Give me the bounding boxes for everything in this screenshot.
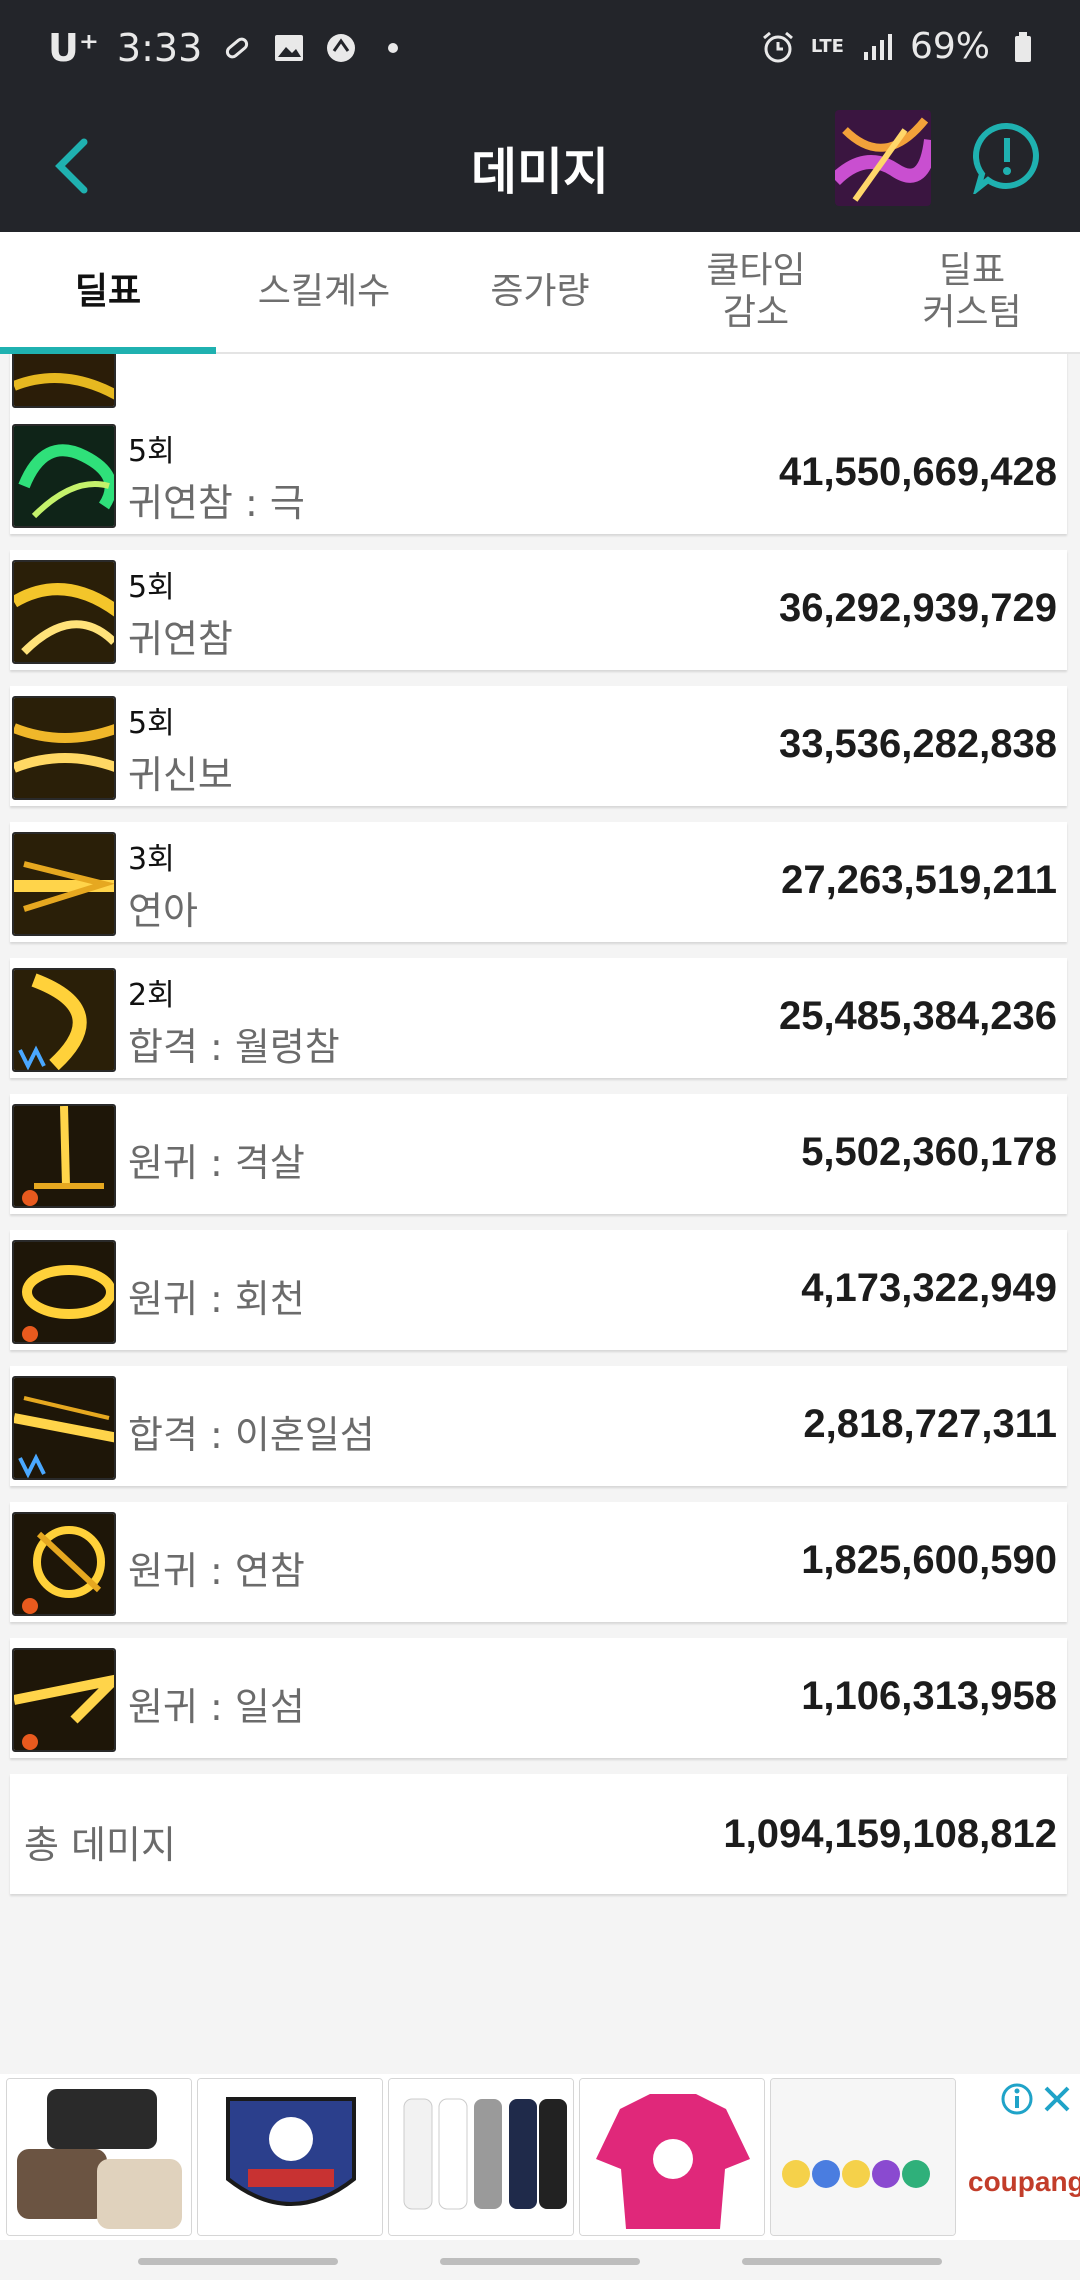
damage-value: 5,502,360,178: [801, 1130, 1057, 1174]
tab-skill-coefficient[interactable]: 스킬계수: [216, 232, 432, 352]
list-item[interactable]: 3회 연아 27,263,519,211: [10, 822, 1067, 942]
ad-brand-logo[interactable]: coupang: [968, 2166, 1080, 2198]
skill-icon: [12, 354, 116, 408]
skill-name: 원귀 : 일섬: [128, 1685, 305, 1729]
status-bar: U⁺ 3:33 LTE 69%: [0, 0, 1080, 100]
damage-value: 1,825,600,590: [801, 1538, 1057, 1582]
damage-value: 33,536,282,838: [778, 722, 1057, 766]
green-swirl-icon: [12, 424, 116, 528]
pill-icon: [226, 37, 249, 59]
nav-back-button[interactable]: [742, 2258, 942, 2265]
list-item[interactable]: 5회 귀신보 33,536,282,838: [10, 686, 1067, 806]
skill-thumbnail-icon: [835, 110, 931, 206]
list-item[interactable]: 원귀 : 격살 5,502,360,178: [10, 1094, 1067, 1214]
tab-label: 쿨타임 감소: [706, 250, 806, 333]
gold-swirl-icon: [12, 560, 116, 664]
list-item[interactable]: 원귀 : 일섬 1,106,313,958: [10, 1638, 1067, 1758]
damage-value: 1,106,313,958: [801, 1674, 1057, 1718]
total-label: 총 데미지: [24, 1823, 176, 1867]
gold-crescent-icon: [12, 968, 116, 1072]
skill-name: 연아: [128, 889, 198, 933]
damage-value: 41,550,669,428: [778, 450, 1057, 494]
dot-icon: [388, 43, 399, 53]
hit-count: 3회: [128, 842, 175, 877]
tab-label: 딜표 커스텀: [922, 250, 1022, 333]
ad-product-socks[interactable]: [388, 2078, 574, 2236]
tab-increase[interactable]: 증가량: [432, 232, 648, 352]
gold-arrow-icon: [12, 832, 116, 936]
battery-percent: 69%: [909, 26, 990, 67]
skill-thumbnail[interactable]: [835, 110, 931, 206]
image-icon: [275, 35, 304, 61]
damage-value: 36,292,939,729: [778, 586, 1057, 630]
gold-slash-icon: [12, 1376, 116, 1480]
skill-name: 합격 : 이혼일섬: [128, 1413, 375, 1457]
skill-name: 원귀 : 격살: [128, 1141, 305, 1185]
ad-product-figures[interactable]: [770, 2078, 956, 2236]
ad-product-patch[interactable]: [197, 2078, 383, 2236]
app-notification-icon: [327, 34, 356, 62]
skill-name: 합격 : 월령참: [128, 1025, 340, 1069]
damage-value: 2,818,727,311: [803, 1402, 1057, 1446]
network-type-label: LTE: [810, 35, 844, 57]
tab-label: 딜표: [74, 271, 142, 312]
total-value: 1,094,159,108,812: [723, 1812, 1057, 1856]
tab-label: 증가량: [490, 271, 590, 312]
active-tab-indicator: [0, 347, 216, 354]
list-item[interactable]: 원귀 : 회천 4,173,322,949: [10, 1230, 1067, 1350]
tab-damage-table[interactable]: 딜표: [0, 232, 216, 354]
hit-count: 2회: [128, 978, 175, 1013]
tab-custom-table[interactable]: 딜표 커스텀: [864, 232, 1080, 352]
system-navigation-bar: [0, 2240, 1080, 2280]
skill-name: 귀연참 : 극: [128, 481, 305, 525]
ad-product-sweatshirt[interactable]: [579, 2078, 765, 2236]
gold-flash-icon: [12, 1648, 116, 1752]
gold-strike-icon: [12, 1104, 116, 1208]
damage-value: 27,263,519,211: [781, 858, 1057, 902]
hit-count: 5회: [128, 706, 175, 741]
list-item[interactable]: 2회 합격 : 월령참 25,485,384,236: [10, 958, 1067, 1078]
alert-bubble-icon: [972, 122, 1039, 197]
nav-home-button[interactable]: [440, 2258, 640, 2265]
alarm-icon: [762, 31, 793, 62]
clock: 3:33: [116, 26, 203, 70]
list-item[interactable]: 합격 : 이혼일섬 2,818,727,311: [10, 1366, 1067, 1486]
skill-damage-list[interactable]: 5회 귀연참 : 극 41,550,669,428 5회 귀연참 36,292,…: [0, 354, 1080, 2074]
gold-ring-icon: [12, 1512, 116, 1616]
ad-info-icon[interactable]: [1000, 2082, 1034, 2116]
tab-cooldown-reduction[interactable]: 쿨타임 감소: [648, 232, 864, 352]
gold-spin-icon: [12, 1240, 116, 1344]
hit-count: 5회: [128, 570, 175, 605]
ad-close-icon[interactable]: [1040, 2082, 1074, 2116]
damage-value: 25,485,384,236: [778, 994, 1057, 1038]
battery-icon: [1015, 31, 1031, 62]
app-bar: 데미지: [0, 100, 1080, 232]
carrier-label: U⁺: [48, 26, 99, 70]
list-item[interactable]: 5회 귀연참 : 극 41,550,669,428: [10, 414, 1067, 534]
skill-name: 원귀 : 회천: [128, 1277, 305, 1321]
skill-name: 귀연참: [128, 617, 233, 661]
list-item[interactable]: 원귀 : 연참 1,825,600,590: [10, 1502, 1067, 1622]
nav-recent-button[interactable]: [138, 2258, 338, 2265]
list-item[interactable]: 5회 귀연참 36,292,939,729: [10, 550, 1067, 670]
tab-bar: 딜표 스킬계수 증가량 쿨타임 감소 딜표 커스텀: [0, 232, 1080, 354]
hit-count: 5회: [128, 434, 175, 469]
tab-label: 스킬계수: [257, 271, 391, 312]
signal-icon: [863, 33, 892, 60]
skill-name: 원귀 : 연참: [128, 1549, 305, 1593]
skill-name: 귀신보: [128, 753, 233, 797]
info-alert-button[interactable]: [970, 120, 1044, 197]
ad-banner[interactable]: coupang: [0, 2074, 1080, 2240]
damage-value: 4,173,322,949: [801, 1266, 1057, 1310]
gold-wave-icon: [12, 696, 116, 800]
ad-product-pants[interactable]: [6, 2078, 192, 2236]
list-item: [10, 354, 1067, 414]
total-damage-row: 총 데미지 1,094,159,108,812: [10, 1774, 1067, 1894]
